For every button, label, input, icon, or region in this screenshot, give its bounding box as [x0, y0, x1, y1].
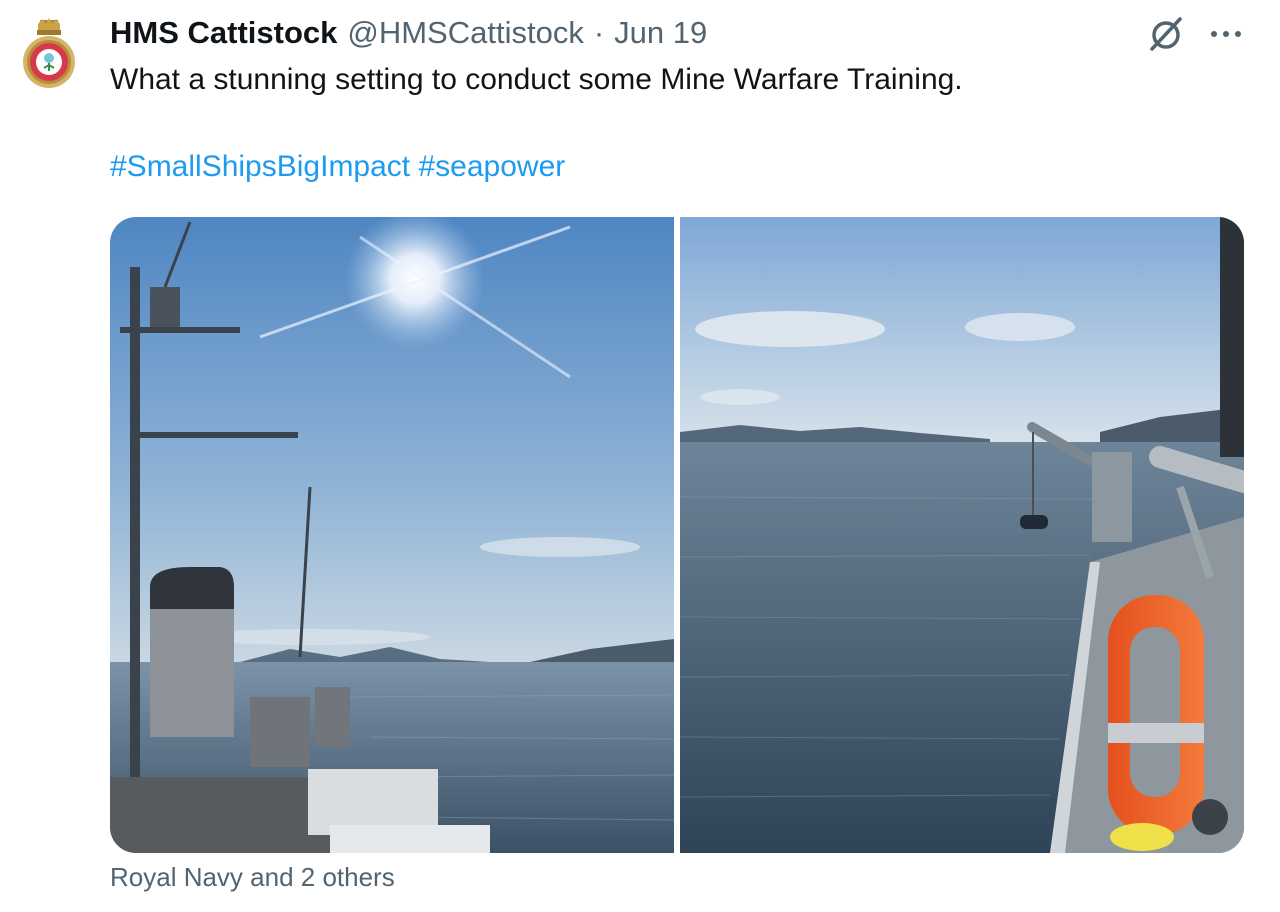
author-handle[interactable]: @HMSCattistock: [347, 15, 583, 51]
photo-ship-side[interactable]: [679, 217, 1244, 853]
tweet-date[interactable]: Jun 19: [614, 15, 707, 51]
more-options-icon[interactable]: [1206, 20, 1246, 48]
tweet-hashtags: #SmallShipsBigImpact #seapower: [110, 147, 565, 187]
hashtag-link[interactable]: #SmallShipsBigImpact: [110, 150, 410, 183]
tweet-text: What a stunning setting to conduct some …: [110, 63, 963, 96]
liked-by-text[interactable]: Royal Navy and 2 others: [110, 862, 395, 893]
hashtag-link[interactable]: #seapower: [418, 150, 565, 183]
author-name[interactable]: HMS Cattistock: [110, 15, 337, 51]
header-separator: ·: [593, 15, 605, 50]
ship-crest-icon: [23, 18, 75, 88]
media-grid: [110, 217, 1244, 853]
avatar[interactable]: [20, 18, 78, 90]
photo-ship-mast[interactable]: [110, 217, 675, 853]
tweet-header: HMS Cattistock @HMSCattistock · Jun 19: [110, 14, 707, 52]
grok-icon[interactable]: [1146, 14, 1186, 54]
